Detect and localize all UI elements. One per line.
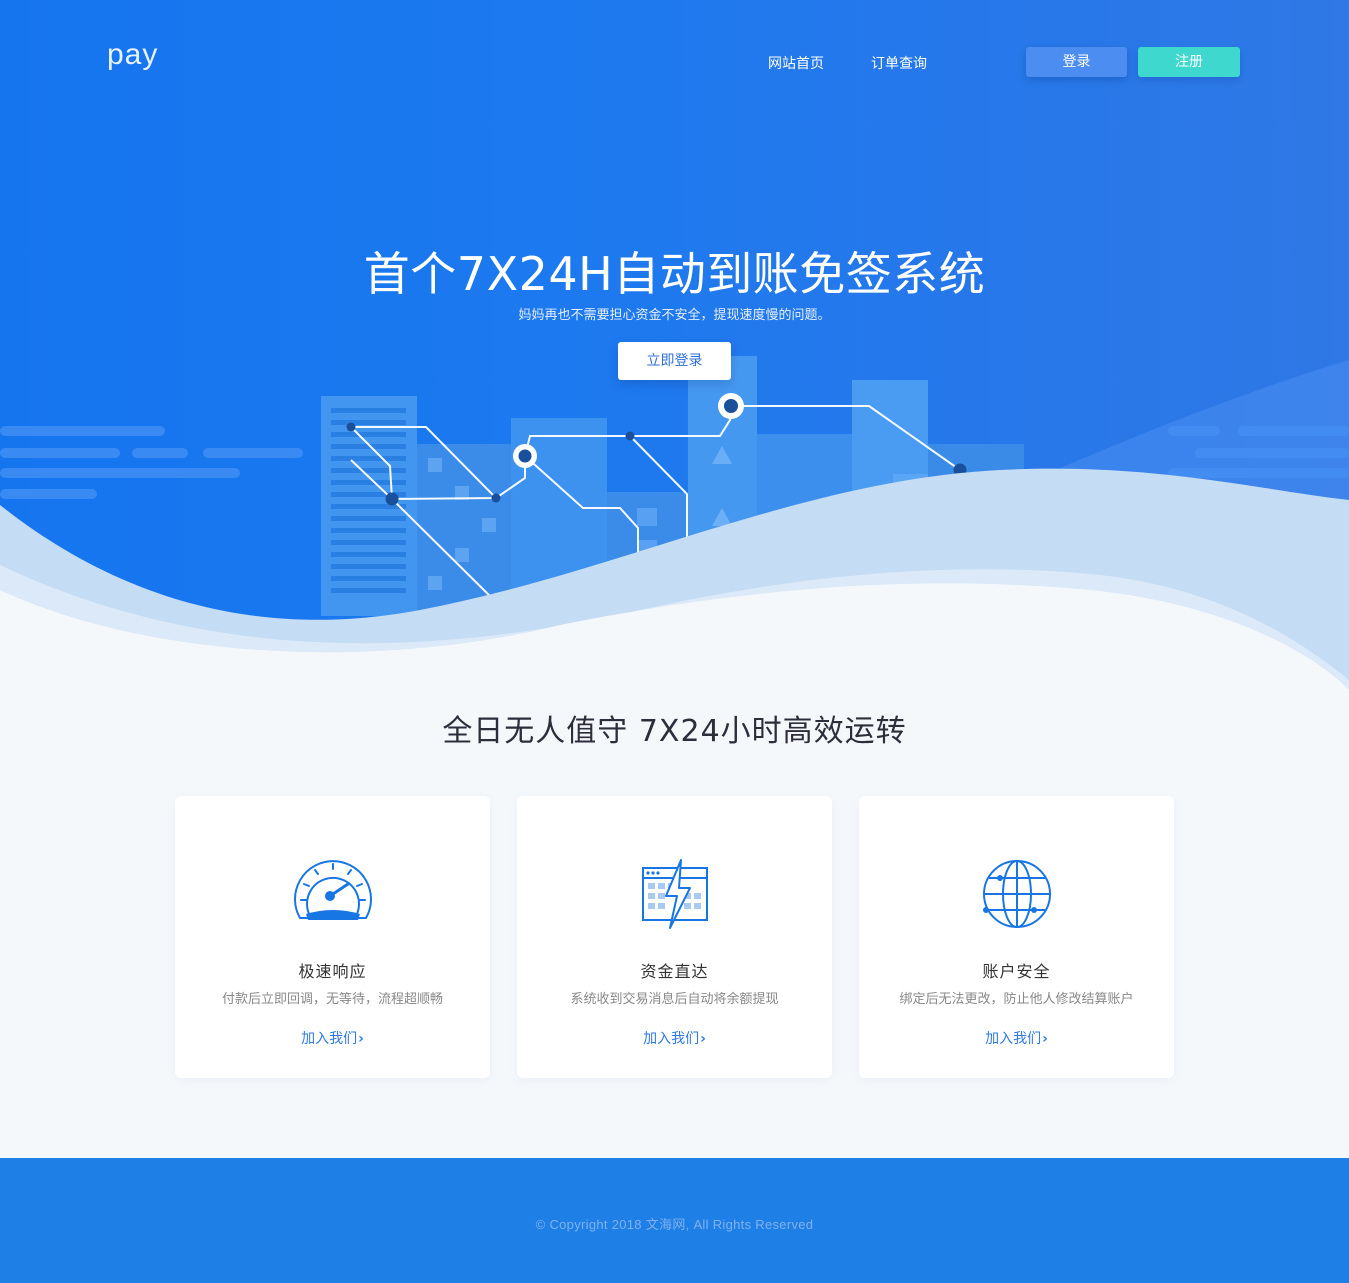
hero-subtitle: 妈妈再也不需要担心资金不安全，提现速度慢的问题。 (518, 308, 831, 323)
globe-icon (983, 860, 1051, 928)
hero-title: 首个7X24H自动到账免签系统 (363, 247, 986, 301)
speedometer-icon (294, 860, 372, 920)
chevron-right-icon: › (700, 1031, 706, 1047)
join-us-link[interactable]: 加入我们› (517, 1028, 832, 1048)
feature-title: 资金直达 (640, 962, 709, 981)
register-button[interactable]: 注册 (1138, 47, 1240, 77)
feature-card-account-security: 账户安全 绑定后无法更改，防止他人修改结算账户 加入我们› (859, 796, 1174, 1078)
feature-title: 极速响应 (298, 962, 367, 981)
feature-card-funds-direct: 资金直达 系统收到交易消息后自动将余额提现 加入我们› (517, 796, 832, 1078)
login-button[interactable]: 登录 (1026, 47, 1127, 77)
footer: © Copyright 2018 文海网, All Rights Reserve… (0, 1158, 1349, 1283)
nav-home-link[interactable]: 网站首页 (768, 53, 824, 73)
feature-card-fast-response: 极速响应 付款后立即回调，无等待，流程超顺畅 加入我们› (175, 796, 490, 1078)
chevron-right-icon: › (358, 1031, 364, 1047)
join-us-link[interactable]: 加入我们› (859, 1028, 1174, 1048)
nav-order-query-link[interactable]: 订单查询 (871, 53, 927, 73)
hero-section: pay 网站首页 订单查询 登录 注册 首个7X24H自动到账免签系统 妈妈再也… (0, 0, 1349, 700)
copyright-text: © Copyright 2018 文海网, All Rights Reserve… (535, 1217, 814, 1232)
login-now-button[interactable]: 立即登录 (618, 342, 731, 380)
feature-description: 付款后立即回调，无等待，流程超顺畅 (221, 992, 443, 1007)
feature-title: 账户安全 (982, 962, 1051, 981)
lightning-window-icon (642, 859, 708, 929)
features-title: 全日无人值守 7X24小时高效运转 (442, 714, 907, 749)
feature-description: 系统收到交易消息后自动将余额提现 (570, 992, 779, 1007)
feature-description: 绑定后无法更改，防止他人修改结算账户 (899, 992, 1134, 1007)
chevron-right-icon: › (1042, 1031, 1048, 1047)
logo[interactable]: pay (107, 38, 158, 72)
join-us-link[interactable]: 加入我们› (175, 1028, 490, 1048)
